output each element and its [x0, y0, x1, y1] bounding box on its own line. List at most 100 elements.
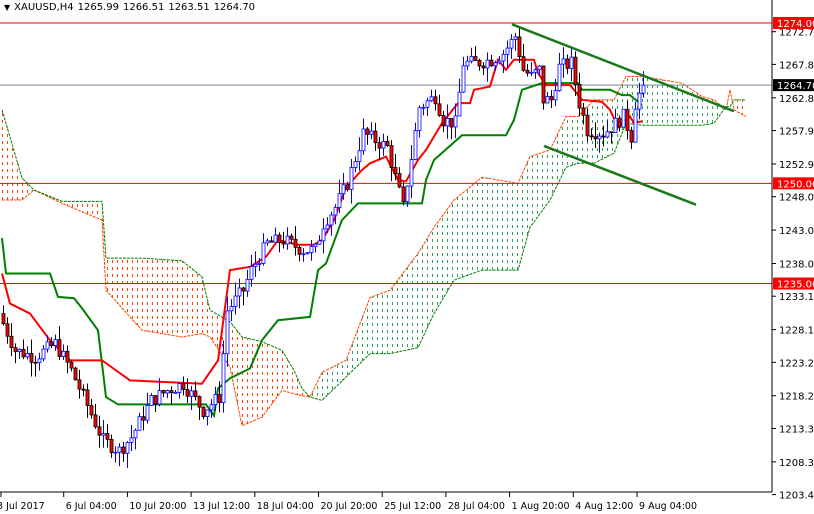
candle-body — [529, 71, 534, 74]
candle-bearish — [161, 389, 166, 398]
candle-bullish — [349, 158, 354, 204]
candle-bearish — [73, 366, 78, 381]
candle-body — [337, 193, 342, 208]
candle-bearish — [293, 226, 298, 256]
candle-body — [449, 118, 454, 128]
candle-bullish — [461, 56, 466, 94]
candle-bearish — [401, 181, 406, 206]
candle-body — [129, 437, 134, 443]
price-tick-label: 1208.30 — [779, 458, 814, 469]
candle-body — [165, 390, 170, 394]
candle-body — [541, 65, 546, 104]
candle-bullish — [425, 97, 430, 116]
candle-body — [525, 69, 530, 74]
candle-bearish — [141, 406, 146, 431]
candle-body — [373, 130, 378, 144]
candle-bullish — [129, 424, 134, 452]
cloud-segment-bullish — [454, 177, 482, 281]
lower-trendline[interactable] — [543, 144, 697, 206]
candle-body — [293, 238, 298, 248]
time-tick-label: 13 Jul 12:00 — [193, 501, 250, 512]
candle-bearish — [437, 94, 442, 117]
price-axis: 1272.701267.801262.801257.901252.901248.… — [772, 17, 814, 502]
candle-body — [125, 442, 130, 454]
price-tick-label: 1248.00 — [779, 193, 814, 204]
candle-bearish — [109, 434, 114, 458]
candle-bullish — [253, 251, 258, 278]
candle-bearish — [629, 126, 634, 150]
low-value: 1263.51 — [168, 2, 210, 13]
candle-body — [81, 388, 86, 391]
candle-body — [285, 235, 290, 245]
candle-body — [625, 108, 630, 131]
candle-bullish — [233, 282, 238, 315]
candle-body — [277, 234, 282, 243]
cloud-segment-bearish — [182, 260, 202, 337]
candle-bullish — [37, 352, 42, 371]
candle-bullish — [465, 55, 470, 71]
candle-bullish — [301, 247, 306, 262]
candle-body — [477, 60, 482, 67]
candle-body — [201, 406, 206, 417]
candle-bearish — [153, 395, 158, 412]
candle-bullish — [533, 68, 538, 79]
triangle-down-icon[interactable]: ▼ — [4, 3, 10, 12]
cloud-segment-bullish — [518, 156, 530, 271]
symbol-label: XAUUSD,H4 — [14, 2, 74, 13]
cloud-segment-bearish — [62, 201, 102, 221]
candle-bullish — [145, 392, 150, 424]
candle-body — [585, 114, 590, 137]
time-tick-label: 6 Jul 04:00 — [66, 501, 117, 512]
candle-body — [249, 266, 254, 280]
candle-bearish — [277, 232, 282, 253]
candle-bearish — [577, 72, 582, 117]
candle-body — [25, 353, 30, 358]
cloud-segment-bullish — [482, 177, 518, 271]
candle-body — [365, 128, 370, 135]
candle-bearish — [13, 343, 18, 364]
candle-body — [357, 150, 362, 162]
candle-bearish — [433, 89, 438, 111]
candle-body — [289, 235, 294, 240]
time-tick-label: 10 Jul 20:00 — [129, 501, 186, 512]
candle-body — [517, 36, 522, 58]
candle-body — [561, 58, 566, 65]
candle-bullish — [361, 118, 366, 155]
candle-body — [61, 350, 66, 357]
candle-bullish — [17, 348, 22, 359]
candle-bearish — [29, 339, 34, 377]
candle-bullish — [457, 78, 462, 117]
candle-body — [441, 115, 446, 127]
candle-bullish — [273, 227, 278, 243]
candle-body — [245, 278, 250, 292]
candle-bearish — [201, 406, 206, 420]
candle-body — [253, 263, 258, 267]
candle-body — [361, 128, 366, 152]
candle-body — [533, 69, 538, 73]
candle-body — [381, 140, 386, 149]
candle-body — [537, 65, 542, 71]
candle-body — [105, 433, 110, 440]
candle-bearish — [297, 244, 302, 262]
candle-body — [41, 348, 46, 360]
candle-bearish — [281, 231, 286, 249]
candle-body — [353, 161, 358, 168]
horizontal-levels — [0, 22, 772, 285]
chart-header: ▼ XAUUSD,H4 1265.99 1266.51 1263.51 1264… — [4, 2, 256, 13]
price-label: 1250.00 — [777, 179, 814, 190]
candle-bullish — [205, 409, 210, 426]
candle-bullish — [305, 252, 310, 255]
candle-bullish — [113, 446, 118, 463]
candle-body — [241, 287, 246, 292]
candle-body — [593, 136, 598, 140]
price-chart[interactable]: 1272.701267.801262.801257.901252.901248.… — [0, 0, 814, 514]
candle-body — [217, 394, 222, 404]
candle-body — [17, 348, 22, 353]
candle-body — [469, 56, 474, 62]
candle-bearish — [197, 395, 202, 421]
price-tick-label: 1228.10 — [779, 326, 814, 337]
candle-body — [577, 83, 582, 109]
candle-bearish — [365, 127, 370, 145]
candle-body — [181, 383, 186, 390]
cloud-segment-bearish — [734, 99, 746, 117]
